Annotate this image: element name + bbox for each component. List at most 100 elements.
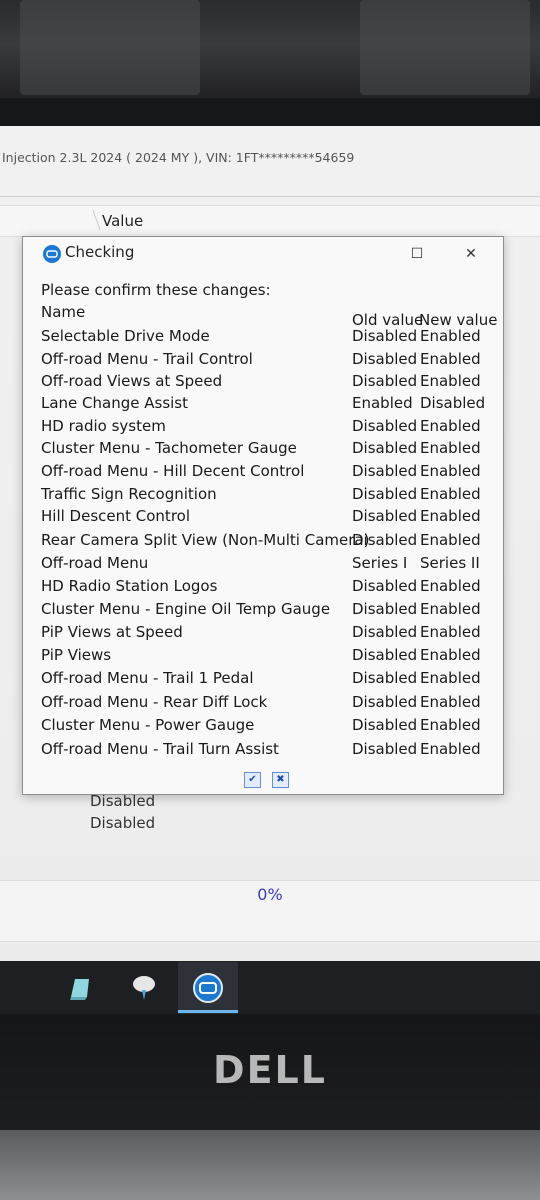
- cancel-button[interactable]: ✖: [272, 772, 289, 788]
- tool-app-icon[interactable]: [126, 970, 162, 1006]
- old-value: Disabled: [352, 531, 418, 549]
- diagnostic-app-icon[interactable]: [190, 970, 226, 1006]
- dialog-intro: Please confirm these changes:: [41, 281, 271, 299]
- change-row: Lane Change Assist Enabled Disabled: [23, 394, 503, 416]
- change-row: Selectable Drive Mode Disabled Enabled: [23, 327, 503, 349]
- change-row: Off-road Menu - Rear Diff Lock Disabled En…: [23, 693, 503, 715]
- old-value: Disabled: [352, 485, 418, 503]
- setting-name: Off-road Menu - Rear Diff Lock: [41, 693, 268, 711]
- setting-name: Hill Descent Control: [41, 507, 190, 525]
- new-value: Enabled: [420, 462, 481, 480]
- change-row: Hill Descent Control Disabled Enabled: [23, 507, 503, 529]
- new-value: Enabled: [420, 439, 481, 457]
- new-value: Enabled: [420, 531, 481, 549]
- new-value: Series II: [420, 554, 480, 572]
- desk-surface: [0, 1130, 540, 1200]
- old-value: Disabled: [352, 669, 418, 687]
- notes-app-icon[interactable]: [62, 970, 98, 1006]
- new-value: Enabled: [420, 646, 481, 664]
- change-row: Off-road Menu - Trail 1 Pedal Disabled Ena…: [23, 669, 503, 691]
- new-value: Enabled: [420, 577, 481, 595]
- check-icon: ✔: [248, 774, 257, 785]
- new-value: Enabled: [420, 417, 481, 435]
- setting-name: HD radio system: [41, 417, 166, 435]
- new-value: Enabled: [420, 693, 481, 711]
- change-row: Cluster Menu - Power Gauge Disabled Enable…: [23, 716, 503, 738]
- old-value: Disabled: [352, 577, 418, 595]
- old-value: Disabled: [352, 350, 418, 368]
- new-value: Enabled: [420, 740, 481, 758]
- new-value: Enabled: [420, 600, 481, 618]
- maximize-button[interactable]: ☐: [403, 245, 431, 263]
- change-row: Off-road Menu Series I Series II: [23, 554, 503, 576]
- change-row: HD radio system Disabled Enabled: [23, 417, 503, 439]
- app-logo-icon: [43, 245, 61, 263]
- setting-name: Off-road Menu - Trail Turn Assist: [41, 740, 279, 758]
- progress-percent: 0%: [257, 885, 283, 904]
- change-row: Off-road Menu - Hill Decent Control Disab…: [23, 462, 503, 484]
- setting-name: Traffic Sign Recognition: [41, 485, 217, 503]
- old-value: Series I: [352, 554, 408, 572]
- new-value: Disabled: [420, 394, 486, 412]
- setting-name: Cluster Menu - Engine Oil Temp Gauge: [41, 600, 331, 618]
- change-row: Traffic Sign Recognition Disabled Enabled: [23, 485, 503, 507]
- value-column-header[interactable]: Value: [102, 206, 143, 236]
- setting-name: PiP Views: [41, 646, 112, 664]
- setting-name: Off-road Menu - Trail Control: [41, 350, 253, 368]
- setting-name: Lane Change Assist: [41, 394, 189, 412]
- background-photo-top: [0, 0, 540, 110]
- setting-name: Rear Camera Split View (Non-Multi Camera…: [41, 531, 370, 549]
- change-row: Off-road Views at Speed Disabled Enabled: [23, 372, 503, 394]
- maximize-icon: ☐: [410, 246, 424, 262]
- setting-name: Off-road Views at Speed: [41, 372, 223, 390]
- close-button[interactable]: ✕: [457, 245, 485, 263]
- close-icon: ✕: [465, 246, 477, 262]
- x-icon: ✖: [276, 774, 285, 785]
- setting-name: Cluster Menu - Tachometer Gauge: [41, 439, 297, 457]
- taskbar-active-indicator: [178, 1010, 238, 1013]
- old-value: Disabled: [352, 693, 418, 711]
- old-value: Disabled: [352, 462, 418, 480]
- background-value: Disabled: [90, 814, 156, 832]
- vehicle-info-title: Injection 2.3L 2024 ( 2024 MY ), VIN: 1F…: [2, 150, 355, 165]
- old-value: Disabled: [352, 600, 418, 618]
- change-row: Cluster Menu - Tachometer Gauge Disabled E…: [23, 439, 503, 461]
- change-row: Cluster Menu - Engine Oil Temp Gauge Disa…: [23, 600, 503, 622]
- new-value: Enabled: [420, 350, 481, 368]
- dialog-title: Checking: [65, 243, 135, 261]
- old-value: Disabled: [352, 740, 418, 758]
- old-value: Disabled: [352, 372, 418, 390]
- old-value: Disabled: [352, 439, 418, 457]
- new-value: Enabled: [420, 669, 481, 687]
- setting-name: Off-road Menu - Hill Decent Control: [41, 462, 305, 480]
- monitor-bezel-top: [0, 98, 540, 128]
- dell-logo: DELL: [213, 1048, 327, 1092]
- setting-name: Off-road Menu: [41, 554, 149, 572]
- column-divider[interactable]: [80, 210, 101, 230]
- table-header: Value: [0, 205, 540, 237]
- confirm-changes-dialog: Checking ☐ ✕ Please confirm these change…: [22, 236, 504, 795]
- new-value: Enabled: [420, 623, 481, 641]
- change-row: Rear Camera Split View (Non-Multi Camera…: [23, 531, 503, 553]
- name-column-header: Name: [41, 303, 86, 321]
- change-row: PiP Views Disabled Enabled: [23, 646, 503, 668]
- old-value: Disabled: [352, 507, 418, 525]
- new-value: Enabled: [420, 716, 481, 734]
- setting-name: Selectable Drive Mode: [41, 327, 210, 345]
- old-value: Enabled: [352, 394, 413, 412]
- setting-name: HD Radio Station Logos: [41, 577, 218, 595]
- old-value: Disabled: [352, 716, 418, 734]
- new-value: Enabled: [420, 507, 481, 525]
- setting-name: Off-road Menu - Trail 1 Pedal: [41, 669, 254, 687]
- old-value: Disabled: [352, 417, 418, 435]
- change-row: Off-road Menu - Trail Control Disabled Ena…: [23, 350, 503, 372]
- setting-name: PiP Views at Speed: [41, 623, 183, 641]
- new-value: Enabled: [420, 372, 481, 390]
- setting-name: Cluster Menu - Power Gauge: [41, 716, 255, 734]
- change-row: HD Radio Station Logos Disabled Enabled: [23, 577, 503, 599]
- old-value: Disabled: [352, 327, 418, 345]
- old-value: Disabled: [352, 623, 418, 641]
- new-value: Enabled: [420, 327, 481, 345]
- change-row: Off-road Menu - Trail Turn Assist Disable…: [23, 740, 503, 762]
- confirm-button[interactable]: ✔: [244, 772, 261, 788]
